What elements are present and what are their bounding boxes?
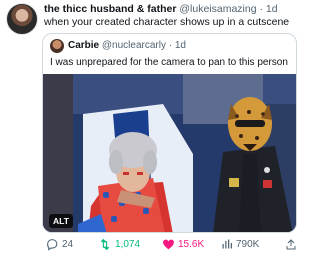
reply-icon	[47, 238, 58, 251]
quoted-media-image[interactable]: ALT	[43, 74, 296, 232]
tweet-text: when your created character shows up in …	[44, 16, 290, 28]
author-display-name[interactable]: the thicc husband & father	[44, 3, 176, 15]
tweet-avatar[interactable]	[6, 3, 38, 35]
share-button[interactable]	[285, 236, 297, 252]
views-button[interactable]: 790K	[221, 236, 259, 252]
tweet-action-bar: 24 1,074 15.6K 790K	[40, 236, 297, 252]
quoted-timestamp[interactable]: · 1d	[169, 40, 186, 51]
retweet-button[interactable]: 1,074	[98, 236, 140, 252]
views-count: 790K	[236, 238, 260, 250]
share-icon	[286, 238, 296, 249]
quoted-handle[interactable]: @nuclearcarly	[102, 40, 166, 51]
retweet-icon	[100, 238, 110, 250]
reply-count: 24	[62, 238, 74, 250]
quoted-header: Carbie @nuclearcarly · 1d	[68, 39, 292, 53]
quoted-avatar[interactable]	[50, 39, 64, 53]
like-count: 15.6K	[178, 238, 205, 250]
heart-icon	[163, 239, 174, 249]
like-button[interactable]: 15.6K	[162, 236, 204, 252]
alt-text-badge[interactable]: ALT	[49, 214, 73, 228]
views-bar-chart-icon	[222, 239, 232, 249]
retweet-count: 1,074	[115, 238, 141, 250]
stadium-crowd-photo	[43, 74, 296, 232]
quoted-tweet-card[interactable]: Carbie @nuclearcarly · 1d I was unprepar…	[42, 33, 297, 233]
tweet-header: the thicc husband & father @lukeisamazin…	[44, 3, 296, 16]
reply-button[interactable]: 24	[46, 236, 73, 252]
tweet-timestamp[interactable]: · 1d	[259, 3, 277, 15]
quoted-text: I was unprepared for the camera to pan t…	[50, 57, 288, 68]
author-handle[interactable]: @lukeisamazing	[179, 3, 256, 15]
quoted-display-name[interactable]: Carbie	[68, 40, 99, 51]
